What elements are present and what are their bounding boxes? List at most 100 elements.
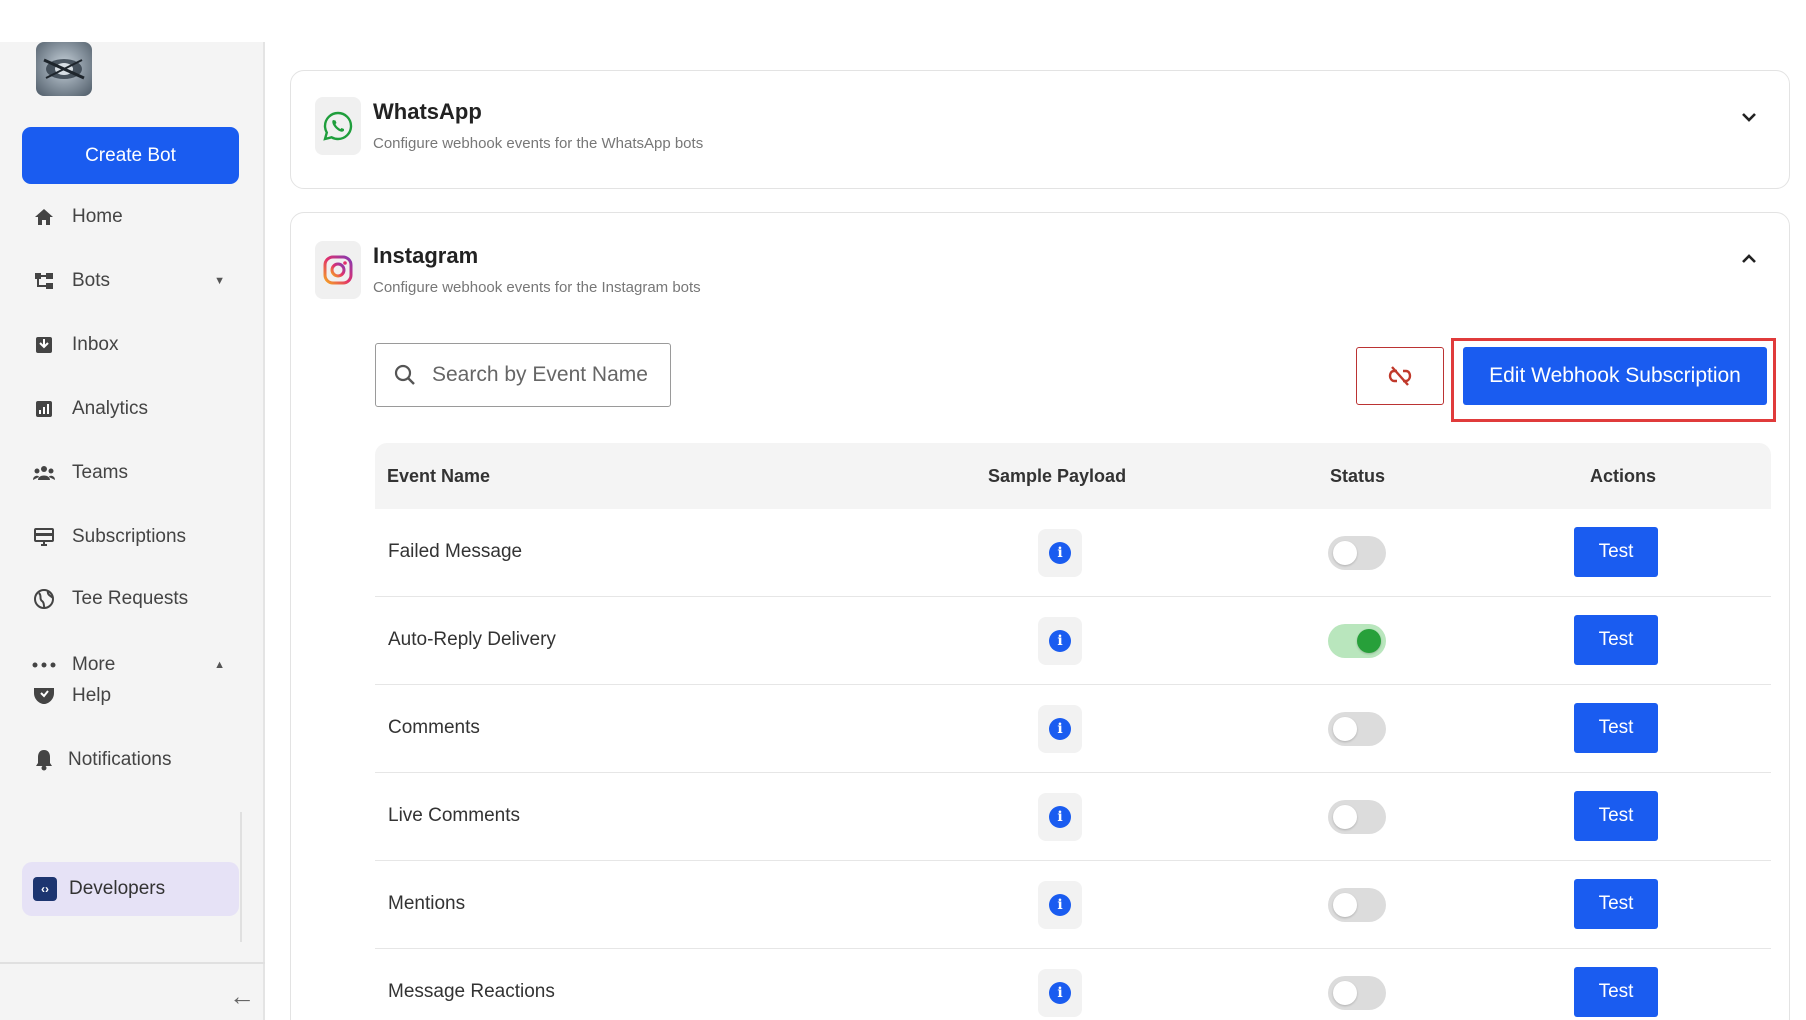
sidebar-item-subscriptions[interactable]: Subscriptions	[30, 517, 235, 557]
sidebar-item-help[interactable]: Help	[30, 676, 235, 716]
sidebar-item-label: Notifications	[68, 749, 172, 770]
sidebar-item-analytics[interactable]: Analytics	[30, 389, 235, 429]
event-name: Comments	[388, 717, 480, 738]
sidebar-item-home[interactable]: Home	[30, 197, 235, 237]
table-row: Auto-Reply Delivery i Test	[375, 597, 1771, 685]
status-toggle[interactable]	[1328, 888, 1386, 922]
sidebar-item-label: Inbox	[72, 334, 119, 355]
chevron-up-icon[interactable]: ▲	[214, 659, 225, 671]
whatsapp-title: WhatsApp	[373, 99, 482, 124]
sidebar-item-notifications[interactable]: Notifications	[30, 740, 235, 780]
status-toggle[interactable]	[1328, 712, 1386, 746]
create-bot-button[interactable]: Create Bot	[22, 127, 239, 184]
edit-webhook-subscription-button[interactable]: Edit Webhook Subscription	[1463, 347, 1767, 405]
inbox-icon	[30, 331, 58, 359]
table-row: Failed Message i Test	[375, 509, 1771, 597]
sample-payload-button[interactable]: i	[1038, 793, 1082, 841]
home-icon	[30, 203, 58, 231]
toggle-knob	[1333, 717, 1357, 741]
toggle-knob	[1333, 893, 1357, 917]
toggle-knob	[1333, 805, 1357, 829]
event-name: Failed Message	[388, 541, 523, 562]
sidebar-item-bots[interactable]: Bots ▼	[30, 261, 235, 301]
info-icon: i	[1049, 542, 1071, 564]
toggle-knob	[1333, 541, 1357, 565]
event-name: Live Comments	[388, 805, 520, 826]
sample-payload-button[interactable]: i	[1038, 969, 1082, 1017]
status-toggle[interactable]	[1328, 976, 1386, 1010]
whatsapp-subtitle: Configure webhook events for the WhatsAp…	[373, 135, 704, 152]
sidebar-item-tee-requests[interactable]: Tee Requests	[30, 579, 235, 619]
bell-icon	[30, 746, 58, 774]
sample-payload-button[interactable]: i	[1038, 881, 1082, 929]
table-row: Live Comments i Test	[375, 773, 1771, 861]
sidebar-item-inbox[interactable]: Inbox	[30, 325, 235, 365]
sidebar-item-label: Help	[72, 685, 112, 706]
sidebar-item-label: Analytics	[72, 398, 149, 419]
column-header-status: Status	[1330, 465, 1386, 486]
chevron-up-icon[interactable]	[1737, 247, 1761, 271]
more-icon	[30, 651, 58, 679]
divider	[0, 962, 265, 964]
sidebar-item-label: Teams	[72, 462, 128, 483]
sidebar-item-label: Home	[72, 206, 123, 227]
event-name: Auto-Reply Delivery	[388, 629, 556, 650]
chevron-down-icon[interactable]: ▼	[214, 275, 225, 287]
top-strip	[0, 0, 1806, 42]
instagram-subtitle: Configure webhook events for the Instagr…	[373, 279, 701, 296]
search-icon	[394, 364, 415, 385]
event-name: Mentions	[388, 893, 466, 914]
app-window: Create Bot Home Bots ▼ Inbox Analytics T…	[0, 0, 1806, 1020]
sample-payload-button[interactable]: i	[1038, 617, 1082, 665]
test-button[interactable]: Test	[1574, 615, 1658, 665]
info-icon: i	[1049, 718, 1071, 740]
table-body: Failed Message i Test Auto-Reply Delivery i T…	[375, 509, 1771, 1020]
search-field[interactable]	[375, 343, 671, 407]
events-table: Event Name Sample Payload Status Actions…	[375, 443, 1771, 1020]
status-toggle[interactable]	[1328, 800, 1386, 834]
instagram-title: Instagram	[373, 243, 479, 268]
test-button[interactable]: Test	[1574, 791, 1658, 841]
bots-icon	[30, 267, 58, 295]
info-icon: i	[1049, 894, 1071, 916]
test-button[interactable]: Test	[1574, 879, 1658, 929]
instagram-card: Instagram Configure webhook events for t…	[290, 212, 1790, 1020]
globe-icon	[30, 585, 58, 613]
status-toggle[interactable]	[1328, 536, 1386, 570]
toggle-knob	[1357, 629, 1381, 653]
info-icon: i	[1049, 982, 1071, 1004]
sample-payload-button[interactable]: i	[1038, 529, 1082, 577]
app-logo[interactable]	[36, 42, 92, 96]
sidebar-item-label: Subscriptions	[72, 526, 187, 547]
test-button[interactable]: Test	[1574, 703, 1658, 753]
sidebar-item-developers[interactable]: ‹› Developers	[22, 862, 239, 916]
test-button[interactable]: Test	[1574, 527, 1658, 577]
instagram-icon	[315, 241, 361, 299]
test-button[interactable]: Test	[1574, 967, 1658, 1017]
info-icon: i	[1049, 630, 1071, 652]
whatsapp-icon	[315, 97, 361, 155]
toggle-knob	[1333, 981, 1357, 1005]
whatsapp-card[interactable]: WhatsApp Configure webhook events for th…	[290, 70, 1790, 189]
event-name: Message Reactions	[388, 981, 555, 1002]
info-icon: i	[1049, 806, 1071, 828]
sidebar-item-teams[interactable]: Teams	[30, 453, 235, 493]
status-toggle[interactable]	[1328, 624, 1386, 658]
teams-icon	[30, 459, 58, 487]
table-row: Comments i Test	[375, 685, 1771, 773]
divider	[240, 812, 242, 942]
table-row: Message Reactions i Test	[375, 949, 1771, 1020]
instagram-card-header: Instagram Configure webhook events for t…	[315, 241, 701, 299]
subscriptions-icon	[30, 523, 58, 551]
arrow-left-icon[interactable]: ←	[228, 981, 256, 1011]
unlink-button[interactable]	[1356, 347, 1444, 405]
search-input[interactable]	[432, 363, 652, 387]
column-header-actions: Actions	[1590, 465, 1657, 486]
whatsapp-card-header: WhatsApp Configure webhook events for th…	[315, 97, 703, 155]
chevron-down-icon[interactable]	[1737, 105, 1761, 129]
table-header: Event Name Sample Payload Status Actions	[375, 443, 1771, 509]
analytics-icon	[30, 395, 58, 423]
sidebar: Create Bot Home Bots ▼ Inbox Analytics T…	[0, 42, 265, 1020]
unlink-icon	[1388, 366, 1412, 386]
sample-payload-button[interactable]: i	[1038, 705, 1082, 753]
